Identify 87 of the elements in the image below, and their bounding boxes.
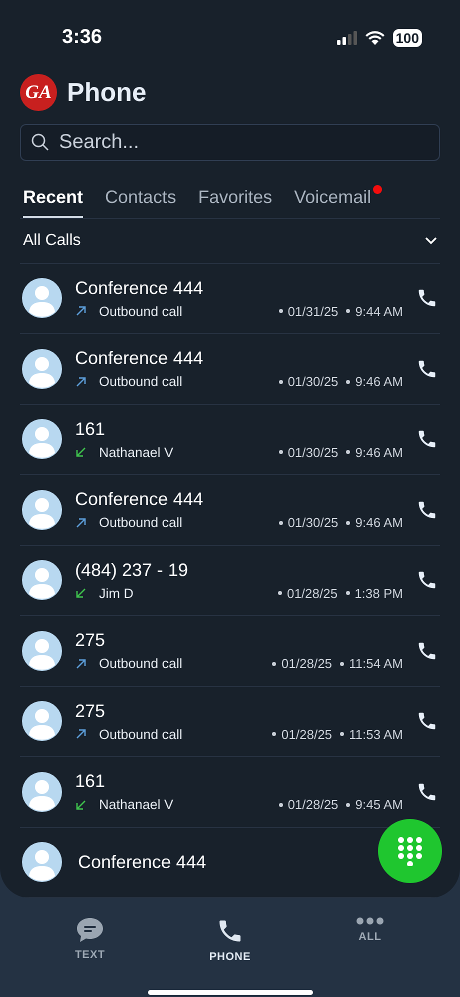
call-time: 9:44 AM [355, 304, 403, 319]
search-icon [31, 133, 49, 152]
avatar-icon [22, 772, 62, 812]
separator-dot [346, 450, 350, 454]
separator-dot [272, 662, 276, 666]
nav-tab[interactable]: TEXT [45, 916, 135, 964]
call-detail: Outbound call [99, 656, 182, 672]
call-detail: Outbound call [99, 515, 182, 530]
signal-icon [336, 30, 357, 45]
outgoing-arrow-icon [75, 658, 87, 670]
call-detail: Nathanael V [99, 797, 174, 812]
outgoing-arrow-icon [75, 516, 87, 529]
search-input[interactable]: Search... [57, 130, 429, 155]
call-detail: Outbound call [99, 304, 182, 319]
caller-name: 161 [75, 418, 106, 440]
separator-dot [278, 591, 282, 596]
app-logo: GA [20, 74, 57, 112]
call-time: 9:46 AM [355, 374, 403, 390]
separator-dot [272, 732, 276, 736]
call-detail: Outbound call [99, 374, 182, 390]
search-field[interactable]: Search... [20, 124, 440, 161]
tab[interactable]: Favorites [198, 182, 272, 218]
separator-dot [278, 520, 283, 525]
call-time: 9:46 AM [355, 444, 403, 460]
call-date: 01/28/25 [281, 656, 332, 672]
outgoing-arrow-icon [75, 305, 87, 318]
separator-dot [346, 591, 350, 596]
separator-dot [346, 309, 350, 314]
separator-dot [340, 732, 344, 736]
avatar-icon [22, 419, 62, 460]
separator-dot [346, 520, 350, 525]
avatar-icon [22, 560, 62, 600]
separator-dot [346, 802, 350, 807]
chat-bubble-icon [76, 917, 104, 943]
call-time: 11:53 AM [349, 726, 403, 742]
separator-dot [346, 380, 350, 384]
chevron-down-icon [425, 236, 437, 245]
call-time: 11:54 AM [349, 656, 403, 672]
caller-name: 275 [75, 700, 106, 722]
tab[interactable]: Contacts [105, 182, 176, 218]
separator-dot [278, 802, 283, 807]
caller-name: Conference 444 [75, 278, 204, 299]
call-date: 01/30/25 [288, 515, 338, 530]
status-time: 3:36 [62, 26, 102, 50]
separator-dot [278, 380, 283, 384]
incoming-arrow-icon [75, 798, 87, 811]
call-detail: Outbound call [99, 726, 182, 742]
outgoing-arrow-icon [75, 728, 87, 740]
call-date: 01/31/25 [288, 304, 338, 319]
avatar-icon [22, 630, 62, 671]
avatar-icon [22, 348, 62, 389]
caller-name: Conference 444 [78, 852, 208, 873]
avatar-icon [22, 701, 62, 742]
caller-name: Conference 444 [75, 348, 204, 370]
separator-dot [278, 450, 283, 454]
incoming-arrow-icon [75, 446, 87, 458]
call-filter-dropdown[interactable]: All Calls [20, 218, 440, 264]
separator-dot [278, 309, 283, 314]
outgoing-arrow-icon [75, 376, 87, 388]
incoming-arrow-icon [75, 587, 87, 600]
tab[interactable]: Voicemail [294, 182, 372, 218]
call-date: 01/28/25 [288, 797, 338, 812]
call-time: 1:38 PM [354, 586, 403, 601]
avatar-icon [22, 842, 62, 882]
caller-name: 275 [75, 630, 106, 652]
battery-level: 100 [392, 28, 422, 47]
call-time: 9:45 AM [355, 797, 403, 812]
avatar-icon [22, 278, 62, 318]
page-title: Phone [67, 77, 146, 108]
tab[interactable]: Recent [23, 182, 84, 218]
avatar-icon [22, 490, 62, 530]
call-date: 01/30/25 [288, 444, 338, 460]
nav-tab[interactable]: PHONE [185, 916, 275, 964]
caller-name: (484) 237 - 19 [75, 560, 190, 581]
call-date: 01/28/25 [286, 586, 338, 601]
caller-name: 161 [75, 771, 106, 792]
call-date: 01/30/25 [288, 374, 338, 390]
call-detail: Jim D [99, 586, 134, 601]
call-detail: Nathanael V [99, 444, 174, 460]
caller-name: Conference 444 [75, 489, 204, 510]
more-icon [356, 917, 384, 925]
call-date: 01/28/25 [281, 726, 332, 742]
wifi-icon [364, 30, 385, 45]
dialpad-icon [397, 836, 423, 866]
separator-dot [340, 662, 344, 666]
nav-tab[interactable]: ALL [325, 916, 415, 964]
call-time: 9:46 AM [355, 515, 403, 530]
